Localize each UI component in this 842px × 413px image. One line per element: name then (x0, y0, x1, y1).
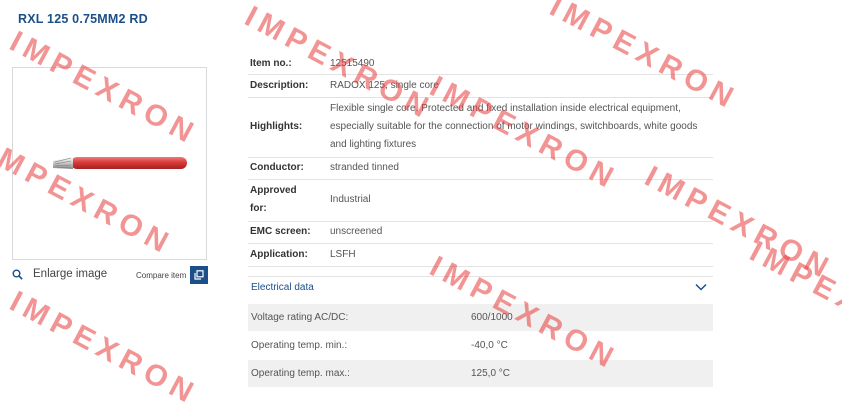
spec-key: Approved for: (248, 179, 320, 222)
spec-row: Item no.: 12515490 (248, 54, 713, 75)
spec-row: Description: RADOX 125, single core (248, 74, 713, 98)
enlarge-image-label: Enlarge image (33, 268, 108, 280)
spec-row: EMC screen: unscreened (248, 221, 713, 244)
compare-item-button[interactable]: Compare item (136, 266, 209, 284)
electrical-value: -40,0 °C (471, 340, 508, 351)
spec-value: Flexible single core. Protected and fixe… (320, 97, 713, 158)
electrical-label: Operating temp. min.: (251, 340, 348, 351)
product-title: RXL 125 0.75MM2 RD (18, 12, 148, 26)
watermark-text: IMPEXRON (4, 285, 204, 412)
spec-key: Application: (248, 243, 320, 267)
electrical-label: Voltage rating AC/DC: (251, 312, 349, 323)
electrical-data-heading: Electrical data (251, 281, 314, 293)
electrical-row: Voltage rating AC/DC: 600/1000 (248, 304, 713, 331)
watermark-text: IMPEXRON (744, 235, 842, 362)
product-image[interactable] (12, 67, 207, 260)
compare-item-label: Compare item (136, 270, 187, 280)
spec-key: Highlights: (248, 97, 320, 158)
electrical-row: Operating temp. min.: -40,0 °C (248, 332, 713, 359)
spec-value: unscreened (320, 221, 713, 244)
spec-value: stranded tinned (320, 157, 713, 180)
compare-icon[interactable] (190, 266, 209, 284)
specs-table: Item no.: 12515490 Description: RADOX 12… (248, 54, 713, 267)
chevron-down-icon (695, 283, 707, 291)
spec-key: EMC screen: (248, 221, 320, 244)
electrical-row: Operating temp. max.: 125,0 °C (248, 360, 713, 387)
electrical-label: Operating temp. max.: (251, 368, 350, 379)
spec-row: Conductor: stranded tinned (248, 157, 713, 180)
spec-value: 12515490 (320, 54, 713, 75)
spec-row: Application: LSFH (248, 243, 713, 267)
spec-key: Item no.: (248, 54, 320, 75)
cable-image (53, 157, 187, 169)
spec-value: Industrial (320, 179, 713, 222)
spec-key: Description: (248, 74, 320, 98)
enlarge-image-button[interactable]: Enlarge image (12, 268, 107, 280)
spec-row: Highlights: Flexible single core. Protec… (248, 97, 713, 158)
spec-value: LSFH (320, 243, 713, 267)
zoom-icon (12, 269, 23, 280)
electrical-data-toggle[interactable]: Electrical data (248, 276, 713, 297)
spec-value: RADOX 125, single core (320, 74, 713, 98)
electrical-value: 125,0 °C (471, 368, 511, 379)
spec-key: Conductor: (248, 157, 320, 180)
spec-row: Approved for: Industrial (248, 179, 713, 222)
electrical-value: 600/1000 (471, 312, 513, 323)
